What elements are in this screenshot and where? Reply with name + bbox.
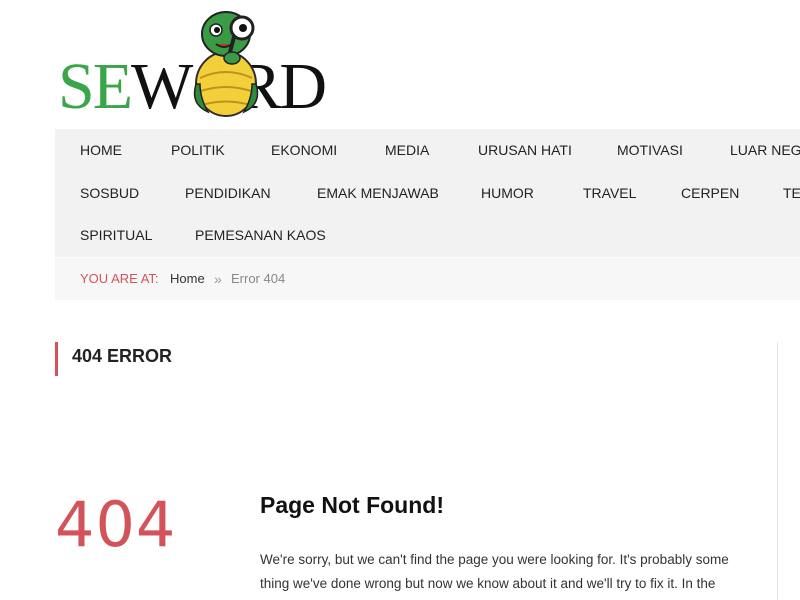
breadcrumb-separator: »: [214, 271, 222, 287]
site-logo[interactable]: SEW RD: [58, 8, 348, 120]
nav-item-urusan-hati[interactable]: URUSAN HATI: [478, 129, 572, 172]
breadcrumb: YOU ARE AT: Home » Error 404: [55, 258, 800, 300]
nav-item-teknologi[interactable]: TEKNOLOGI: [783, 172, 800, 215]
nav-item-humor[interactable]: HUMOR: [481, 172, 534, 215]
page-title: 404 ERROR: [72, 346, 173, 366]
breadcrumb-label: YOU ARE AT:: [80, 271, 159, 286]
nav-item-pemesanan-kaos[interactable]: PEMESANAN KAOS: [195, 214, 326, 257]
nav-item-spiritual[interactable]: SPIRITUAL: [80, 214, 152, 257]
nav-row-3: SPIRITUAL PEMESANAN KAOS: [55, 214, 800, 257]
nav-item-sosbud[interactable]: SOSBUD: [80, 172, 139, 215]
nav-item-pendidikan[interactable]: PENDIDIKAN: [185, 172, 271, 215]
sidebar-divider: [777, 342, 778, 600]
logo-text-se: SE: [58, 50, 133, 123]
nav-item-media[interactable]: MEDIA: [385, 129, 429, 172]
nav-item-cerpen[interactable]: CERPEN: [681, 172, 739, 215]
turtle-mascot-icon: [193, 11, 259, 117]
nav-item-motivasi[interactable]: MOTIVASI: [617, 129, 683, 172]
heading-accent-bar: [55, 342, 58, 376]
nav-item-politik[interactable]: POLITIK: [171, 129, 225, 172]
nav-row-2: SOSBUD PENDIDIKAN EMAK MENJAWAB HUMOR TR…: [55, 172, 800, 215]
breadcrumb-current: Error 404: [231, 271, 286, 286]
logo-text-w: W: [131, 50, 193, 123]
nav-row-1: HOME POLITIK EKONOMI MEDIA URUSAN HATI M…: [55, 129, 800, 172]
nav-item-emak-menjawab[interactable]: EMAK MENJAWAB: [317, 172, 439, 215]
main-nav: HOME POLITIK EKONOMI MEDIA URUSAN HATI M…: [55, 129, 800, 257]
breadcrumb-home-link[interactable]: Home: [170, 258, 205, 300]
nav-item-home[interactable]: HOME: [80, 129, 122, 172]
nav-item-ekonomi[interactable]: EKONOMI: [271, 129, 337, 172]
nav-item-luar-negeri[interactable]: LUAR NEGERI: [730, 129, 800, 172]
nav-item-travel[interactable]: TRAVEL: [583, 172, 636, 215]
error-title: Page Not Found!: [260, 492, 444, 518]
error-code: 404: [55, 488, 177, 561]
error-message: We're sorry, but we can't find the page …: [260, 552, 729, 591]
